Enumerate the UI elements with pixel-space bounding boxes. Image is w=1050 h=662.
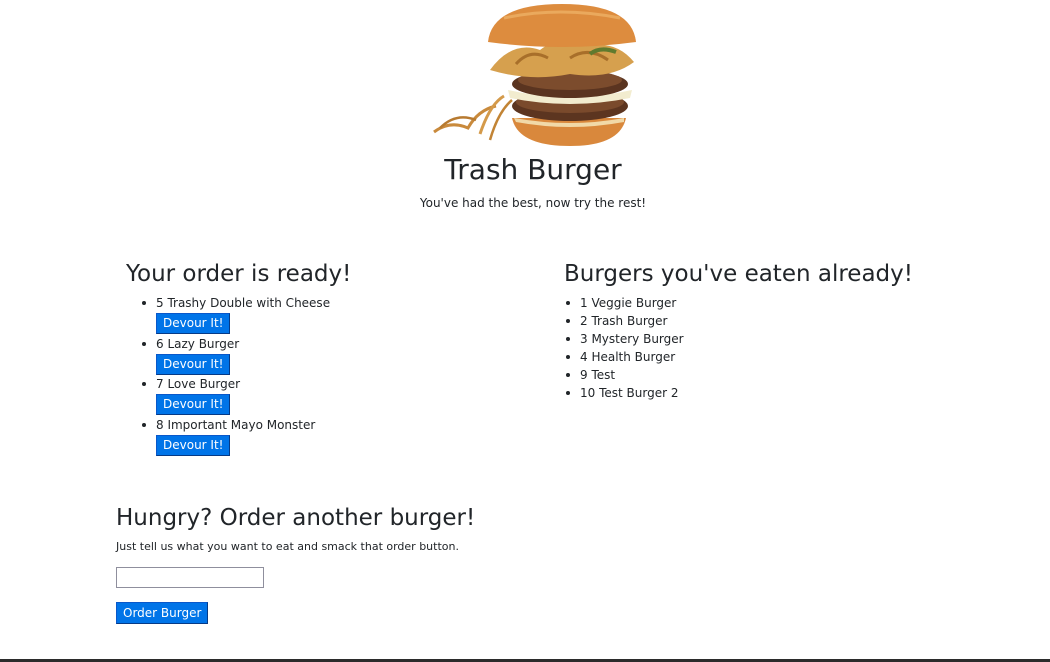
order-item-label: 5 Trashy Double with Cheese	[156, 296, 331, 310]
order-item: 8 Important Mayo Monster Devour It!	[141, 416, 330, 457]
order-form-subtext: Just tell us what you want to eat and sm…	[116, 540, 459, 553]
eaten-item: 2 Trash Burger	[566, 312, 684, 330]
eaten-burgers-heading: Burgers you've eaten already!	[564, 261, 913, 287]
page: Trash Burger You've had the best, now tr…	[0, 0, 1050, 662]
devour-button[interactable]: Devour It!	[156, 353, 231, 375]
orders-ready-list: 5 Trashy Double with Cheese Devour It! 6…	[141, 294, 331, 457]
order-burger-button[interactable]: Order Burger	[116, 602, 209, 624]
order-item: 7 Love Burger Devour It!	[141, 375, 330, 416]
devour-button[interactable]: Devour It!	[156, 434, 231, 456]
order-item: 6 Lazy Burger Devour It!	[141, 335, 330, 376]
eaten-burgers-list: 1 Veggie Burger 2 Trash Burger 3 Mystery…	[566, 294, 684, 402]
orders-ready-heading: Your order is ready!	[126, 261, 352, 287]
eaten-item: 1 Veggie Burger	[566, 294, 684, 312]
devour-button[interactable]: Devour It!	[156, 313, 231, 334]
eaten-item: 3 Mystery Burger	[566, 332, 684, 346]
burger-hero-image	[433, 4, 636, 146]
eaten-item: 4 Health Burger	[566, 348, 684, 366]
order-item-label: 7 Love Burger	[156, 377, 241, 391]
site-title: Trash Burger	[444, 153, 622, 186]
order-form-heading: Hungry? Order another burger!	[116, 505, 476, 531]
eaten-item: 9 Test	[566, 366, 684, 384]
order-item: 5 Trashy Double with Cheese Devour It!	[141, 294, 331, 335]
order-item-label: 6 Lazy Burger	[156, 336, 240, 351]
burger-name-input[interactable]	[116, 567, 264, 588]
order-item-label: 8 Important Mayo Monster	[156, 417, 316, 432]
eaten-item: 10 Test Burger 2	[566, 384, 684, 402]
devour-button[interactable]: Devour It!	[156, 394, 231, 415]
site-tagline: You've had the best, now try the rest!	[419, 196, 647, 210]
